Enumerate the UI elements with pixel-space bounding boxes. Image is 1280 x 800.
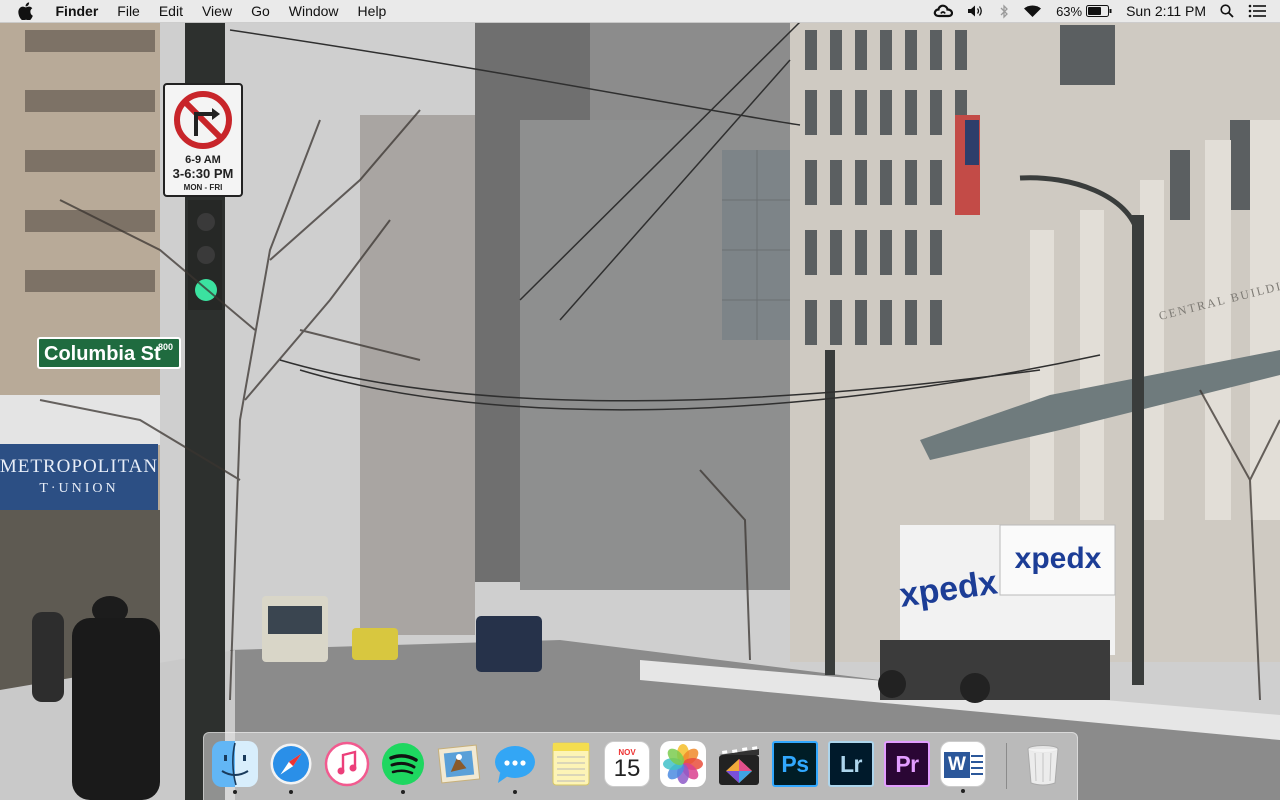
trash-icon	[1027, 745, 1059, 786]
dock-notes[interactable]	[548, 741, 594, 787]
menu-app-name[interactable]: Finder	[46, 0, 108, 22]
dock-final-cut-pro[interactable]	[716, 741, 762, 787]
menu-clock[interactable]: Sun 2:11 PM	[1126, 3, 1206, 19]
messages-icon	[495, 746, 535, 783]
dock: NOV 15 Ps Lr Pr W	[203, 732, 1078, 800]
menu-view[interactable]: View	[192, 0, 241, 22]
dock-safari[interactable]	[268, 741, 314, 794]
dock-premiere-pro[interactable]: Pr	[884, 741, 930, 787]
word-icon: W	[941, 742, 985, 786]
street-sign-text: Columbia St	[44, 343, 161, 365]
notes-icon	[552, 742, 590, 786]
menu-edit[interactable]: Edit	[149, 0, 192, 22]
dock-spotify[interactable]	[380, 741, 426, 794]
dock-photos[interactable]	[660, 741, 706, 787]
premiere-pro-icon: Pr	[895, 750, 919, 777]
bank-sign-text-2: T·UNION	[39, 481, 118, 496]
safari-icon	[269, 742, 313, 786]
battery-status[interactable]: 63%	[1056, 0, 1112, 22]
photos-icon	[663, 744, 703, 784]
running-indicator	[513, 790, 517, 794]
battery-percent: 63%	[1056, 3, 1083, 19]
calendar-day: 15	[613, 755, 641, 782]
dock-trash[interactable]	[1020, 741, 1066, 787]
menu-bar: Finder File Edit View Go Window Help 63%…	[0, 0, 1280, 23]
menu-go[interactable]: Go	[242, 0, 280, 22]
menu-help[interactable]: Help	[348, 0, 396, 22]
dock-lightroom[interactable]: Lr	[828, 741, 874, 787]
final-cut-pro-icon	[719, 746, 759, 785]
dock-messages[interactable]	[492, 741, 538, 794]
dock-itunes[interactable]	[324, 741, 370, 787]
parking-sign-line-3: MON - FRI	[184, 183, 223, 192]
dock-photoshop[interactable]: Ps	[772, 741, 818, 787]
parking-sign-line-2: 3-6:30 PM	[173, 166, 234, 181]
photoshop-icon: Ps	[781, 750, 809, 777]
desktop-wallpaper: METROPOLITAN T·UNION 6-9 AM 3-6:30 PM MO…	[0, 0, 1280, 800]
finder-icon	[221, 742, 249, 786]
bank-sign-text: METROPOLITAN	[0, 456, 158, 477]
running-indicator	[233, 790, 237, 794]
notification-center-icon[interactable]	[1248, 0, 1266, 22]
dock-mail[interactable]	[436, 741, 482, 787]
running-indicator	[961, 789, 965, 793]
calendar-icon: NOV 15	[605, 742, 649, 786]
dock-word[interactable]: W	[940, 741, 986, 793]
running-indicator	[401, 790, 405, 794]
truck-logo-2: xpedx	[1015, 542, 1102, 575]
running-indicator	[289, 790, 293, 794]
mail-icon	[437, 744, 481, 784]
word-letter: W	[944, 752, 970, 778]
itunes-icon	[324, 741, 370, 787]
lightroom-icon: Lr	[840, 750, 863, 777]
menu-window[interactable]: Window	[279, 0, 348, 22]
creative-cloud-icon[interactable]	[933, 0, 954, 22]
bluetooth-icon[interactable]	[999, 0, 1009, 22]
dock-finder[interactable]	[212, 741, 258, 794]
parking-sign-line-1: 6-9 AM	[185, 154, 221, 166]
menu-file[interactable]: File	[108, 0, 150, 22]
apple-menu-icon[interactable]	[18, 0, 34, 22]
spotlight-icon[interactable]	[1220, 0, 1234, 22]
dock-calendar[interactable]: NOV 15	[604, 741, 650, 787]
street-sign-number: 800	[158, 342, 173, 352]
volume-icon[interactable]	[967, 0, 985, 22]
wifi-icon[interactable]	[1023, 0, 1042, 22]
battery-icon	[1086, 5, 1112, 17]
spotify-icon	[382, 743, 424, 785]
dock-separator	[1006, 743, 1007, 789]
